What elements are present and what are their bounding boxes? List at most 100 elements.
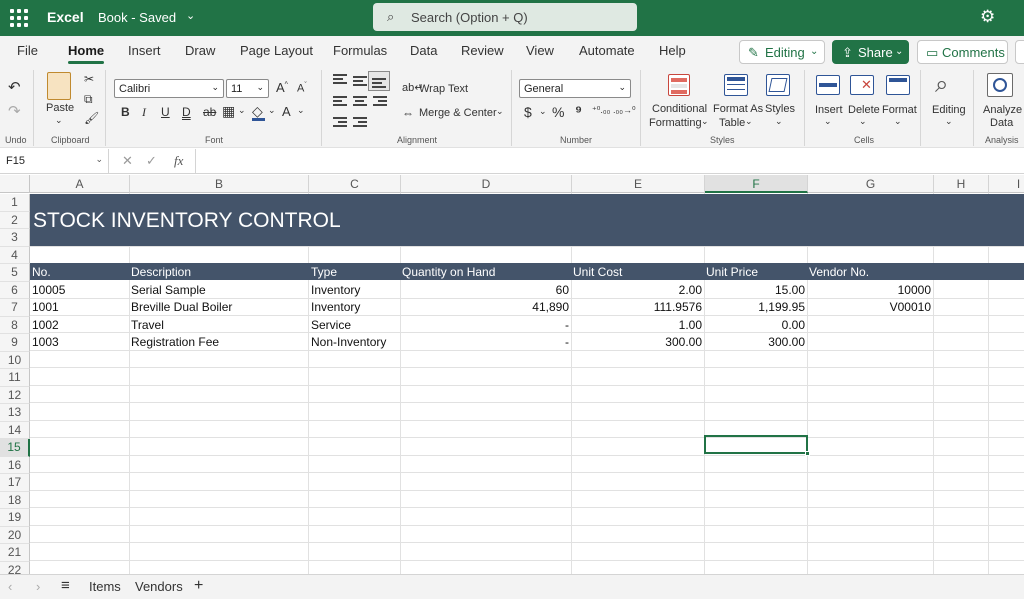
column-header-d[interactable]: D	[401, 175, 572, 193]
decrease-indent-icon[interactable]	[333, 117, 347, 127]
overflow-button[interactable]	[1015, 40, 1024, 64]
row-header[interactable]: 19	[0, 509, 30, 527]
cell-unit-cost[interactable]: 2.00	[572, 283, 702, 297]
percent-icon[interactable]: %	[552, 104, 564, 120]
chevron-left-icon[interactable]: ‹	[8, 579, 12, 594]
undo-icon[interactable]: ↶	[8, 78, 21, 96]
row-header[interactable]: 16	[0, 456, 30, 474]
formula-input[interactable]	[195, 149, 1024, 173]
underline-icon[interactable]: U	[161, 105, 170, 119]
app-launcher-icon[interactable]	[10, 9, 28, 27]
align-center-icon[interactable]	[353, 96, 367, 106]
all-sheets-icon[interactable]: ≡	[61, 577, 70, 594]
row-header[interactable]: 11	[0, 369, 30, 387]
sheet-tab-vendors[interactable]: Vendors	[135, 579, 183, 594]
decrease-font-icon[interactable]: Aˇ	[297, 82, 307, 95]
font-name-select[interactable]: Calibri ⌄	[114, 79, 224, 98]
gear-icon[interactable]: ⚙	[980, 7, 995, 27]
cell-no[interactable]: 10005	[32, 283, 65, 297]
select-all-corner[interactable]	[0, 175, 30, 193]
tab-page-layout[interactable]: Page Layout	[240, 43, 313, 58]
cell-description[interactable]: Travel	[131, 318, 164, 332]
row-header[interactable]: 9	[0, 334, 30, 352]
cell-unit-price[interactable]: 15.00	[705, 283, 805, 297]
chevron-down-icon[interactable]: ⌄	[496, 106, 504, 117]
tab-insert[interactable]: Insert	[128, 43, 161, 58]
copy-icon[interactable]: ⧉	[84, 92, 93, 107]
italic-icon[interactable]: I	[142, 105, 146, 120]
row-header[interactable]: 21	[0, 544, 30, 562]
add-sheet-icon[interactable]: +	[194, 577, 203, 595]
comma-style-icon[interactable]: ⁹	[575, 103, 582, 120]
number-format-select[interactable]: General ⌄	[519, 79, 631, 98]
cell-type[interactable]: Non-Inventory	[311, 335, 386, 349]
increase-decimal-icon[interactable]: ⁺⁰.₀₀	[592, 105, 610, 116]
cell-unit-price[interactable]: 1,199.95	[705, 300, 805, 314]
selected-cell[interactable]	[704, 435, 810, 456]
cell-unit-price[interactable]: 0.00	[705, 318, 805, 332]
cell-quantity[interactable]: -	[401, 318, 569, 332]
double-underline-icon[interactable]: D	[182, 105, 191, 119]
name-box[interactable]: F15 ⌄	[0, 149, 109, 173]
borders-icon[interactable]: ▦	[222, 103, 235, 120]
sheet-tab-items[interactable]: Items	[89, 579, 121, 594]
align-left-icon[interactable]	[333, 96, 347, 106]
merge-center-icon[interactable]: ⇔	[402, 106, 414, 120]
column-header-g[interactable]: G	[808, 175, 934, 193]
cell-no[interactable]: 1002	[32, 318, 59, 332]
row-header[interactable]: 2	[0, 211, 30, 229]
tab-file[interactable]: File	[17, 43, 38, 58]
align-right-icon[interactable]	[373, 96, 387, 106]
align-top-icon[interactable]	[333, 74, 347, 84]
row-header[interactable]: 14	[0, 421, 30, 439]
merge-center-button[interactable]: Merge & Center	[419, 107, 497, 119]
chevron-down-icon[interactable]: ⌄	[539, 106, 547, 117]
font-size-select[interactable]: 11 ⌄	[226, 79, 269, 98]
cell-unit-price[interactable]: 300.00	[705, 335, 805, 349]
format-painter-icon[interactable]: 🖌	[84, 111, 99, 125]
cell-vendor-no[interactable]: V00010	[808, 300, 931, 314]
row-header[interactable]: 10	[0, 351, 30, 369]
column-header-b[interactable]: B	[130, 175, 309, 193]
align-bottom-button[interactable]	[368, 71, 390, 91]
column-header-h[interactable]: H	[934, 175, 989, 193]
bold-icon[interactable]: B	[121, 105, 130, 119]
spreadsheet-grid[interactable]: A B C D E F G H I STOCK INVENTORY CONTRO…	[0, 175, 1024, 574]
tab-data[interactable]: Data	[410, 43, 437, 58]
redo-icon[interactable]: ↷	[8, 102, 21, 120]
tab-review[interactable]: Review	[461, 43, 504, 58]
enter-icon[interactable]: ✓	[146, 153, 157, 169]
search-box[interactable]: ⌕ Search (Option + Q)	[373, 3, 637, 31]
tab-formulas[interactable]: Formulas	[333, 43, 387, 58]
cancel-icon[interactable]: ✕	[122, 153, 133, 169]
chevron-down-icon[interactable]: ⌄	[297, 105, 305, 116]
row-header[interactable]: 12	[0, 386, 30, 404]
tab-home[interactable]: Home	[68, 43, 105, 64]
tab-automate[interactable]: Automate	[579, 43, 635, 58]
row-header[interactable]: 5	[0, 264, 30, 282]
editing-mode-button[interactable]: ✎ Editing ⌄	[739, 40, 825, 64]
cell-unit-cost[interactable]: 300.00	[572, 335, 702, 349]
chevron-down-icon[interactable]: ⌄	[238, 105, 246, 116]
row-header[interactable]: 18	[0, 491, 30, 509]
cell-unit-cost[interactable]: 1.00	[572, 318, 702, 332]
row-header[interactable]: 1	[0, 194, 30, 212]
row-header[interactable]: 3	[0, 229, 30, 247]
cell-unit-cost[interactable]: 111.9576	[572, 300, 702, 314]
column-header-a[interactable]: A	[30, 175, 130, 193]
row-header[interactable]: 22	[0, 561, 30, 574]
currency-icon[interactable]: $	[524, 104, 532, 120]
cut-icon[interactable]: ✂	[84, 72, 94, 86]
decrease-decimal-icon[interactable]: .₀₀→⁰	[613, 105, 636, 116]
column-header-e[interactable]: E	[572, 175, 705, 193]
row-header[interactable]: 7	[0, 299, 30, 317]
fill-handle[interactable]	[805, 451, 810, 456]
align-middle-icon[interactable]	[353, 76, 367, 86]
insert-function-icon[interactable]: fx	[174, 153, 183, 169]
cell-type[interactable]: Inventory	[311, 300, 360, 314]
share-button[interactable]: ⇪ Share ⌄	[832, 40, 909, 64]
row-header[interactable]: 6	[0, 281, 30, 299]
cell-type[interactable]: Inventory	[311, 283, 360, 297]
cell-description[interactable]: Breville Dual Boiler	[131, 300, 232, 314]
tab-draw[interactable]: Draw	[185, 43, 215, 58]
